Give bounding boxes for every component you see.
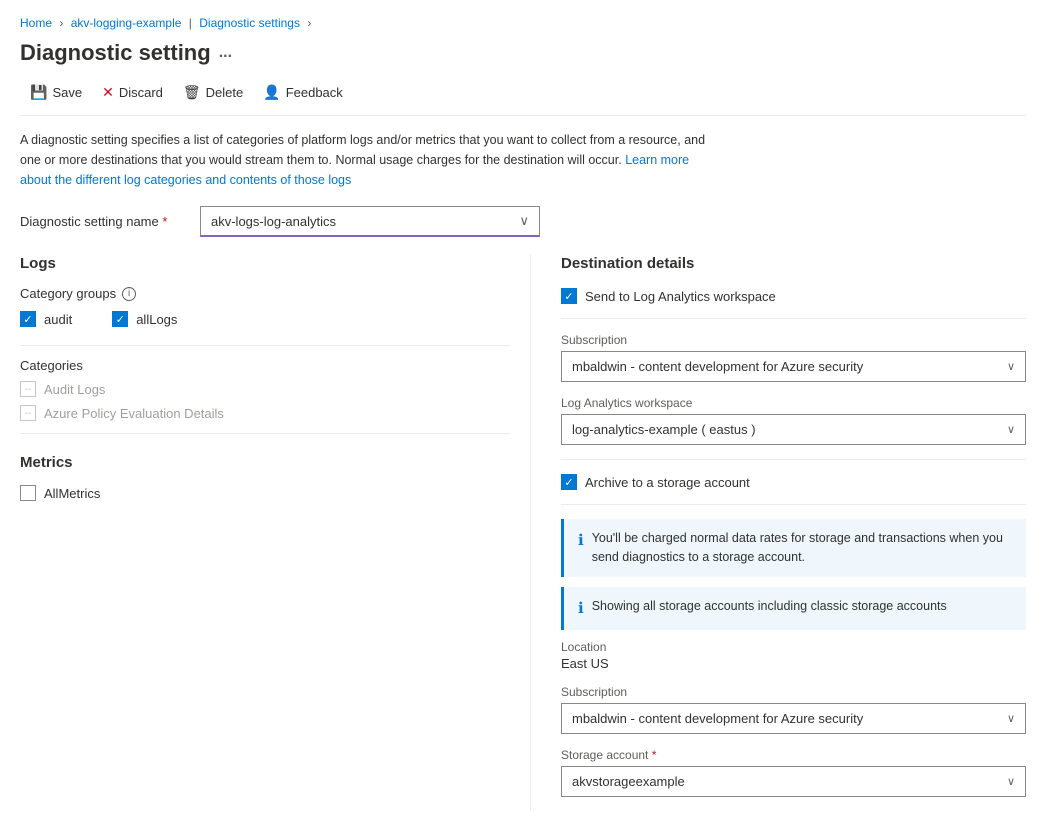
breadcrumb-page[interactable]: Diagnostic settings [199, 16, 300, 30]
name-label: Diagnostic setting name * [20, 214, 200, 229]
location-value: East US [561, 656, 1026, 671]
breadcrumb: Home › akv-logging-example | Diagnostic … [20, 16, 1026, 30]
audit-checkbox-row: audit [20, 311, 72, 327]
log-analytics-checkbox[interactable] [561, 288, 577, 304]
left-panel: Logs Category groups i audit allLogs Ca [20, 255, 530, 811]
storage-divider [561, 459, 1026, 460]
breadcrumb-resource[interactable]: akv-logging-example [71, 16, 182, 30]
subscription-value: mbaldwin - content development for Azure… [572, 359, 863, 374]
page-title: Diagnostic setting ... [20, 40, 1026, 66]
subscription2-dropdown[interactable]: mbaldwin - content development for Azure… [561, 703, 1026, 734]
metrics-section: Metrics AllMetrics [20, 454, 510, 501]
name-input[interactable]: akv-logs-log-analytics ∨ [200, 206, 540, 237]
storage-label: Archive to a storage account [585, 475, 750, 490]
description: A diagnostic setting specifies a list of… [20, 130, 720, 190]
audit-logs-label: Audit Logs [44, 382, 105, 397]
azure-policy-item: Azure Policy Evaluation Details [20, 405, 510, 421]
storage-option: Archive to a storage account [561, 474, 1026, 490]
dropdown-arrow-icon: ∨ [519, 213, 529, 229]
azure-policy-checkbox[interactable] [20, 405, 36, 421]
breadcrumb-home[interactable]: Home [20, 16, 52, 30]
allMetrics-checkbox-row: AllMetrics [20, 485, 510, 501]
audit-logs-item: Audit Logs [20, 381, 510, 397]
allMetrics-label: AllMetrics [44, 486, 100, 501]
allLogs-label: allLogs [136, 312, 177, 327]
info-icon-2: ℹ [578, 598, 584, 621]
storage-account-label: Storage account * [561, 748, 1026, 762]
logs-section: Logs Category groups i audit allLogs Ca [20, 255, 510, 421]
allLogs-checkbox-row: allLogs [112, 311, 177, 327]
delete-icon: 🗑 [183, 84, 201, 101]
logs-title: Logs [20, 255, 510, 272]
workspace-dropdown-arrow: ∨ [1007, 423, 1015, 436]
metrics-title: Metrics [20, 454, 510, 471]
subscription-field: Subscription mbaldwin - content developm… [561, 333, 1026, 382]
diagnostic-name-field: Diagnostic setting name * akv-logs-log-a… [20, 206, 1026, 237]
main-layout: Logs Category groups i audit allLogs Ca [20, 255, 1026, 811]
subscription-dropdown[interactable]: mbaldwin - content development for Azure… [561, 351, 1026, 382]
azure-policy-label: Azure Policy Evaluation Details [44, 406, 224, 421]
log-analytics-label: Send to Log Analytics workspace [585, 289, 776, 304]
divider-2 [20, 433, 510, 434]
log-analytics-option: Send to Log Analytics workspace [561, 288, 1026, 304]
workspace-value: log-analytics-example ( eastus ) [572, 422, 756, 437]
destination-title: Destination details [561, 255, 1026, 272]
discard-icon: ✕ [102, 84, 114, 101]
info-icon-1: ℹ [578, 530, 584, 553]
save-icon: 💾 [30, 84, 47, 101]
log-analytics-divider [561, 318, 1026, 319]
workspace-label: Log Analytics workspace [561, 396, 1026, 410]
storage-details-divider [561, 504, 1026, 505]
page-title-ellipsis[interactable]: ... [219, 44, 232, 62]
audit-checkbox[interactable] [20, 311, 36, 327]
subscription-dropdown-arrow: ∨ [1007, 360, 1015, 373]
storage-info-text-1: You'll be charged normal data rates for … [592, 529, 1012, 567]
subscription2-value: mbaldwin - content development for Azure… [572, 711, 863, 726]
divider-1 [20, 345, 510, 346]
storage-checkbox[interactable] [561, 474, 577, 490]
subscription-label: Subscription [561, 333, 1026, 347]
subscription2-field: Subscription mbaldwin - content developm… [561, 685, 1026, 734]
storage-info-box-2: ℹ Showing all storage accounts including… [561, 587, 1026, 631]
storage-account-value: akvstorageexample [572, 774, 685, 789]
category-groups-info-icon[interactable]: i [122, 287, 136, 301]
storage-account-dropdown-arrow: ∨ [1007, 775, 1015, 788]
audit-logs-checkbox[interactable] [20, 381, 36, 397]
location-label: Location [561, 640, 1026, 654]
subscription2-label: Subscription [561, 685, 1026, 699]
discard-button[interactable]: ✕ Discard [92, 80, 173, 105]
storage-info-text-2: Showing all storage accounts including c… [592, 597, 947, 616]
storage-account-field: Storage account * akvstorageexample ∨ [561, 748, 1026, 797]
storage-account-dropdown[interactable]: akvstorageexample ∨ [561, 766, 1026, 797]
categories-label: Categories [20, 358, 510, 373]
feedback-icon: 👤 [263, 84, 280, 101]
save-button[interactable]: 💾 Save [20, 80, 92, 105]
categories-section: Categories Audit Logs Azure Policy Evalu… [20, 358, 510, 421]
category-checks: audit allLogs [20, 311, 510, 333]
allLogs-checkbox[interactable] [112, 311, 128, 327]
allMetrics-checkbox[interactable] [20, 485, 36, 501]
feedback-button[interactable]: 👤 Feedback [253, 80, 353, 105]
storage-info-box-1: ℹ You'll be charged normal data rates fo… [561, 519, 1026, 577]
subscription2-dropdown-arrow: ∨ [1007, 712, 1015, 725]
audit-label: audit [44, 312, 72, 327]
workspace-dropdown[interactable]: log-analytics-example ( eastus ) ∨ [561, 414, 1026, 445]
right-panel: Destination details Send to Log Analytic… [530, 255, 1026, 811]
location-field: Location East US [561, 640, 1026, 671]
workspace-field: Log Analytics workspace log-analytics-ex… [561, 396, 1026, 445]
toolbar: 💾 Save ✕ Discard 🗑 Delete 👤 Feedback [20, 80, 1026, 116]
category-groups-header: Category groups i [20, 286, 510, 301]
delete-button[interactable]: 🗑 Delete [173, 80, 253, 105]
